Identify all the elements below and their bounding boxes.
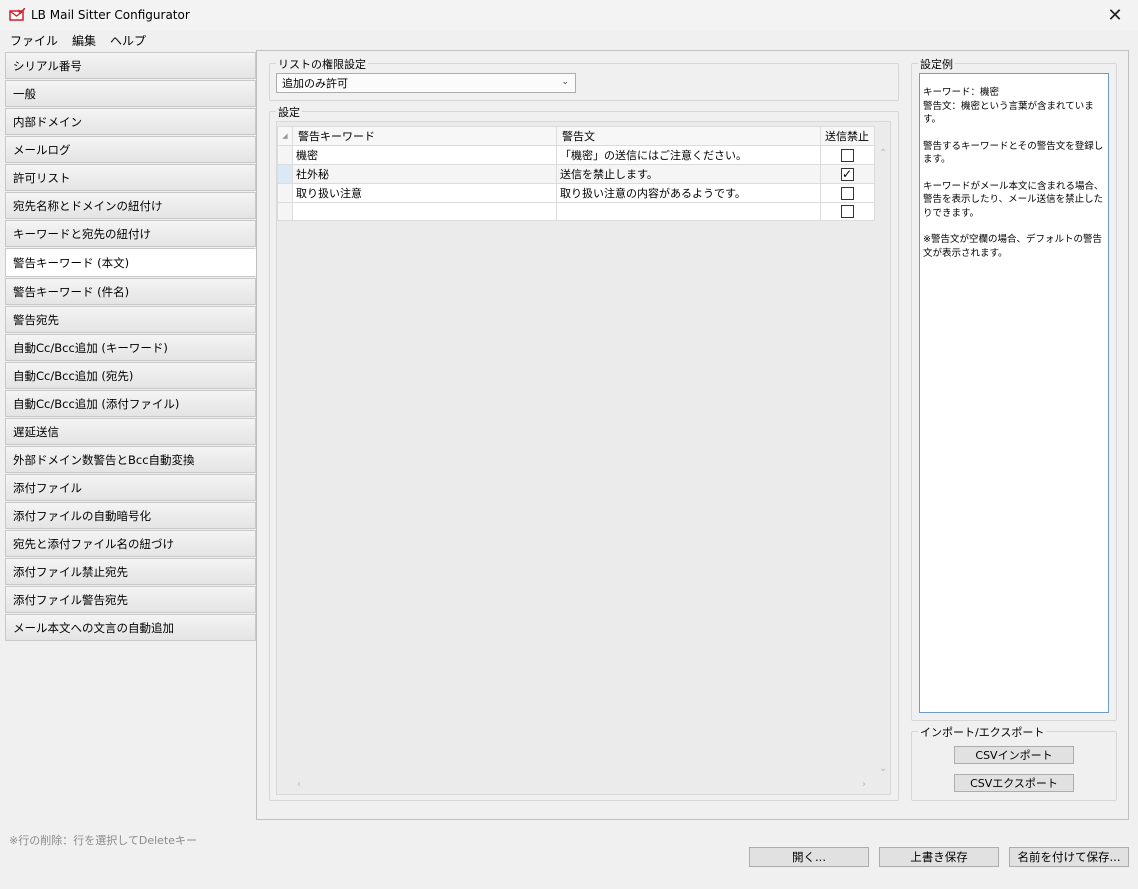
sidebar-item-2[interactable]: 内部ドメイン [5,108,256,135]
close-icon: ✕ [1107,4,1123,26]
select-all-corner[interactable]: ◢ [277,126,293,146]
permission-dropdown[interactable]: 追加のみ許可 ⌄ [276,73,576,93]
table-row[interactable]: 機密 「機密」の送信にはご注意ください。 [277,145,875,165]
block-cell [820,183,875,203]
example-group-label: 設定例 [918,56,955,72]
block-checkbox[interactable] [840,205,854,219]
menu-edit[interactable]: 編集 [72,32,96,49]
scroll-right-icon[interactable]: › [862,779,866,790]
sidebar-item-8[interactable]: 警告キーワード (件名) [5,278,256,305]
keyword-cell[interactable]: 機密 [292,145,557,165]
chevron-down-icon: ⌄ [561,77,569,87]
keyword-cell[interactable] [292,202,557,221]
sidebar-item-16[interactable]: 添付ファイルの自動暗号化 [5,502,256,529]
csv-import-button[interactable]: CSVインポート [954,746,1074,764]
row-header[interactable] [277,145,293,165]
message-cell[interactable]: 送信を禁止します。 [556,164,821,184]
column-header-message[interactable]: 警告文 [556,126,821,146]
example-paragraph: キーワード：機密 警告文：機密という言葉が含まれています。 [923,87,1094,125]
row-header[interactable] [277,202,293,221]
close-button[interactable]: ✕ [1092,0,1138,30]
sidebar-item-19[interactable]: 添付ファイル警告宛先 [5,586,256,613]
block-checkbox[interactable] [840,186,854,200]
message-cell[interactable] [556,202,821,221]
block-cell: ✓ [820,164,875,184]
example-paragraph: ※警告文が空欄の場合、デフォルトの警告文が表示されます。 [923,234,1102,259]
block-checkbox[interactable] [840,148,854,162]
example-text-box: キーワード：機密 警告文：機密という言葉が含まれています。警告するキーワードとそ… [919,73,1109,713]
keyword-cell[interactable]: 社外秘 [292,164,557,184]
table-row[interactable]: 社外秘 送信を禁止します。 ✓ [277,164,875,184]
sidebar-item-5[interactable]: 宛先名称とドメインの紐付け [5,192,256,219]
example-paragraph: キーワードがメール本文に含まれる場合、警告を表示したり、メール送信を禁止したりで… [923,180,1104,219]
menu-bar: ファイル 編集 ヘルプ [0,30,1138,50]
sidebar-item-1[interactable]: 一般 [5,80,256,107]
settings-group-label: 設定 [276,104,302,120]
import-export-group-label: インポート/エクスポート [918,724,1047,740]
scroll-left-icon[interactable]: ‹ [297,779,301,790]
column-header-block[interactable]: 送信禁止 [820,126,875,146]
window-title: LB Mail Sitter Configurator [31,8,190,22]
permission-group-label: リストの権限設定 [276,56,368,72]
check-icon: ✓ [841,166,853,181]
sidebar-item-15[interactable]: 添付ファイル [5,474,256,501]
sidebar-item-17[interactable]: 宛先と添付ファイル名の紐づけ [5,530,256,557]
sidebar-item-4[interactable]: 許可リスト [5,164,256,191]
block-cell [820,145,875,165]
sidebar-item-3[interactable]: メールログ [5,136,256,163]
block-cell [820,202,875,221]
sidebar-item-18[interactable]: 添付ファイル禁止宛先 [5,558,256,585]
sidebar-item-9[interactable]: 警告宛先 [5,306,256,333]
example-paragraph: 警告するキーワードとその警告文を登録します。 [923,140,1104,166]
sidebar-item-20[interactable]: メール本文への文言の自動追加 [5,614,256,641]
permission-selected-value: 追加のみ許可 [282,77,348,90]
delete-row-hint: ※行の削除：行を選択してDeleteキー [9,834,198,847]
scroll-down-icon[interactable]: ⌄ [879,763,887,774]
column-header-keyword[interactable]: 警告キーワード [292,126,557,146]
menu-help[interactable]: ヘルプ [110,32,146,49]
scroll-up-icon[interactable]: ⌃ [879,148,887,159]
sidebar-item-10[interactable]: 自動Cc/Bcc追加 (キーワード) [5,334,256,361]
table-row[interactable]: 取り扱い注意 取り扱い注意の内容があるようです。 [277,183,875,203]
keyword-cell[interactable]: 取り扱い注意 [292,183,557,203]
sidebar-item-7[interactable]: 警告キーワード (本文) [5,248,256,277]
table-row[interactable] [277,202,875,221]
block-checkbox[interactable]: ✓ [840,166,854,181]
sidebar-item-6[interactable]: キーワードと宛先の紐付け [5,220,256,247]
table-header-row: ◢ 警告キーワード 警告文 送信禁止 [277,126,875,146]
open-button[interactable]: 開く... [749,847,869,867]
keyword-table: ◢ 警告キーワード 警告文 送信禁止 機密 「機密」の送信にはご注意ください。 社外… [277,126,875,221]
save-as-button[interactable]: 名前を付けて保存... [1009,847,1129,867]
title-bar: LB Mail Sitter Configurator ✕ [0,0,1138,30]
csv-export-button[interactable]: CSVエクスポート [954,774,1074,792]
settings-nav: シリアル番号 一般 内部ドメイン メールログ 許可リスト 宛先名称とドメインの紐付け キーワ… [5,52,256,642]
row-header[interactable] [277,183,293,203]
message-cell[interactable]: 「機密」の送信にはご注意ください。 [556,145,821,165]
save-button[interactable]: 上書き保存 [879,847,999,867]
sidebar-item-13[interactable]: 遅延送信 [5,418,256,445]
message-cell[interactable]: 取り扱い注意の内容があるようです。 [556,183,821,203]
keyword-grid: ◢ 警告キーワード 警告文 送信禁止 機密 「機密」の送信にはご注意ください。 社外… [276,121,891,795]
sidebar-item-14[interactable]: 外部ドメイン数警告とBcc自動変換 [5,446,256,473]
sidebar-item-11[interactable]: 自動Cc/Bcc追加 (宛先) [5,362,256,389]
row-header[interactable] [277,164,293,184]
sidebar-item-12[interactable]: 自動Cc/Bcc追加 (添付ファイル) [5,390,256,417]
sidebar-item-0[interactable]: シリアル番号 [5,52,256,79]
menu-file[interactable]: ファイル [10,32,58,49]
mail-app-icon [9,8,25,21]
